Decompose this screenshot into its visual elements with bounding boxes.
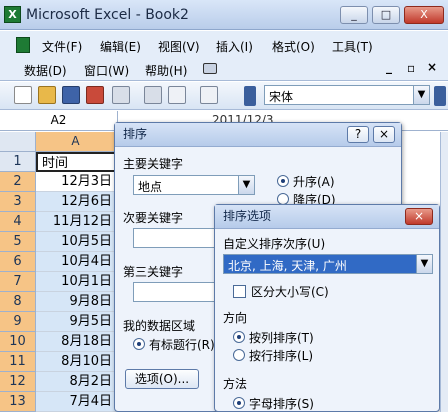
- table-cell[interactable]: 8月2日: [36, 372, 116, 392]
- spelling-icon[interactable]: [200, 86, 218, 104]
- doc-minimize-button[interactable]: _: [386, 60, 392, 74]
- menu-data[interactable]: 数据(D): [24, 62, 67, 79]
- print-preview-icon[interactable]: [144, 86, 162, 104]
- close-button[interactable]: X: [404, 6, 444, 24]
- case-sensitive-label: 区分大小写(C): [251, 285, 329, 299]
- primary-key-combo[interactable]: 地点 ▼: [133, 175, 255, 195]
- table-cell[interactable]: 9月5日: [36, 312, 116, 332]
- by-column-radio[interactable]: [233, 331, 245, 343]
- menu-format[interactable]: 格式(O): [272, 38, 315, 55]
- row-header[interactable]: 3: [0, 192, 36, 212]
- doc-restore-button[interactable]: ▫: [407, 61, 415, 75]
- excel-logo-icon: X: [4, 6, 21, 23]
- sort-dialog-title: 排序: [123, 127, 148, 141]
- row-header[interactable]: 10: [0, 332, 36, 352]
- custom-order-label: 自定义排序次序(U): [223, 237, 326, 251]
- menu-help[interactable]: 帮助(H): [145, 62, 187, 79]
- menu-insert[interactable]: 插入(I): [216, 38, 253, 55]
- letter-sort-label: 字母排序(S): [249, 397, 314, 411]
- name-box[interactable]: A2: [0, 111, 118, 131]
- menu-file[interactable]: 文件(F): [42, 38, 82, 55]
- table-cell[interactable]: 8月10日: [36, 352, 116, 372]
- sort-close-button[interactable]: ×: [373, 126, 395, 143]
- row-header[interactable]: 4: [0, 212, 36, 232]
- ascending-label: 升序(A): [293, 175, 335, 189]
- camera-icon[interactable]: [203, 63, 217, 74]
- formatting-options-icon[interactable]: [434, 86, 446, 106]
- table-cell[interactable]: 9月8日: [36, 292, 116, 312]
- open-icon[interactable]: [38, 86, 56, 104]
- row-header[interactable]: 7: [0, 272, 36, 292]
- tertiary-key-label: 第三关键字: [123, 265, 184, 279]
- menu-tools[interactable]: 工具(T): [332, 38, 373, 55]
- window-title: Microsoft Excel - Book2: [26, 7, 189, 23]
- select-all-corner[interactable]: [0, 132, 36, 152]
- chevron-down-icon[interactable]: ▼: [413, 86, 429, 104]
- header-row-radio[interactable]: [133, 338, 145, 350]
- row-header[interactable]: 5: [0, 232, 36, 252]
- custom-order-value: 北京, 上海, 天津, 广州: [228, 259, 347, 273]
- column-header-a[interactable]: A: [36, 132, 116, 152]
- help-button[interactable]: ?: [347, 126, 369, 143]
- font-name-value: 宋体: [269, 90, 294, 104]
- toolbar-options-icon[interactable]: [244, 86, 256, 106]
- row-header[interactable]: 1: [0, 152, 36, 172]
- chevron-down-icon[interactable]: ▼: [416, 255, 432, 273]
- letter-sort-radio[interactable]: [233, 397, 245, 409]
- primary-key-value: 地点: [138, 180, 163, 194]
- vertical-scrollbar[interactable]: [440, 132, 448, 412]
- save-icon[interactable]: [62, 86, 80, 104]
- doc-close-button[interactable]: ×: [427, 60, 437, 74]
- by-column-label: 按列排序(T): [249, 331, 314, 345]
- custom-order-combo[interactable]: 北京, 上海, 天津, 广州 ▼: [223, 254, 433, 274]
- table-cell[interactable]: 12月6日: [36, 192, 116, 212]
- ascending-radio[interactable]: [277, 175, 289, 187]
- direction-label: 方向: [223, 311, 248, 325]
- header-row-label: 有标题行(R): [149, 338, 215, 352]
- options-button[interactable]: 选项(O)...: [125, 369, 199, 389]
- row-header[interactable]: 2: [0, 172, 36, 192]
- title-bar: X Microsoft Excel - Book2 _ □ X: [0, 0, 448, 30]
- data-range-label: 我的数据区域: [123, 319, 196, 333]
- table-cell[interactable]: 8月18日: [36, 332, 116, 352]
- table-cell[interactable]: 11月12日: [36, 212, 116, 232]
- secondary-key-label: 次要关键字: [123, 211, 184, 225]
- table-cell[interactable]: 12月3日: [36, 172, 116, 192]
- row-header[interactable]: 13: [0, 392, 36, 412]
- table-cell[interactable]: 10月1日: [36, 272, 116, 292]
- sort-options-dialog: 排序选项 × 自定义排序次序(U) 北京, 上海, 天津, 广州 ▼ 区分大小写…: [214, 204, 440, 412]
- new-icon[interactable]: [14, 86, 32, 104]
- row-header[interactable]: 12: [0, 372, 36, 392]
- doc-icon: [16, 37, 30, 53]
- case-sensitive-checkbox[interactable]: [233, 285, 246, 298]
- primary-key-label: 主要关键字: [123, 157, 184, 171]
- menu-view[interactable]: 视图(V): [158, 38, 200, 55]
- permission-icon[interactable]: [86, 86, 104, 104]
- table-cell[interactable]: 10月4日: [36, 252, 116, 272]
- font-name-combo[interactable]: 宋体 ▼: [264, 85, 430, 105]
- minimize-button[interactable]: _: [340, 6, 368, 24]
- by-row-label: 按行排序(L): [249, 349, 314, 363]
- row-header[interactable]: 9: [0, 312, 36, 332]
- table-cell[interactable]: 10月5日: [36, 232, 116, 252]
- menu-window[interactable]: 窗口(W): [84, 62, 129, 79]
- by-row-radio[interactable]: [233, 349, 245, 361]
- chevron-down-icon[interactable]: ▼: [238, 176, 254, 194]
- method-label: 方法: [223, 377, 248, 391]
- table-cell[interactable]: 7月4日: [36, 392, 116, 412]
- menu-bar: 文件(F) 编辑(E) 视图(V) 插入(I) 格式(O) 工具(T) 数据(D…: [0, 31, 448, 81]
- row-header[interactable]: 6: [0, 252, 36, 272]
- sort-options-title: 排序选项: [223, 209, 272, 223]
- menu-edit[interactable]: 编辑(E): [100, 38, 141, 55]
- cell-a1[interactable]: 时间: [36, 152, 116, 172]
- row-header[interactable]: 11: [0, 352, 36, 372]
- restore-button[interactable]: □: [372, 6, 400, 24]
- options-close-button[interactable]: ×: [405, 208, 433, 225]
- row-header[interactable]: 8: [0, 292, 36, 312]
- print-icon[interactable]: [112, 86, 130, 104]
- preview-icon[interactable]: [168, 86, 186, 104]
